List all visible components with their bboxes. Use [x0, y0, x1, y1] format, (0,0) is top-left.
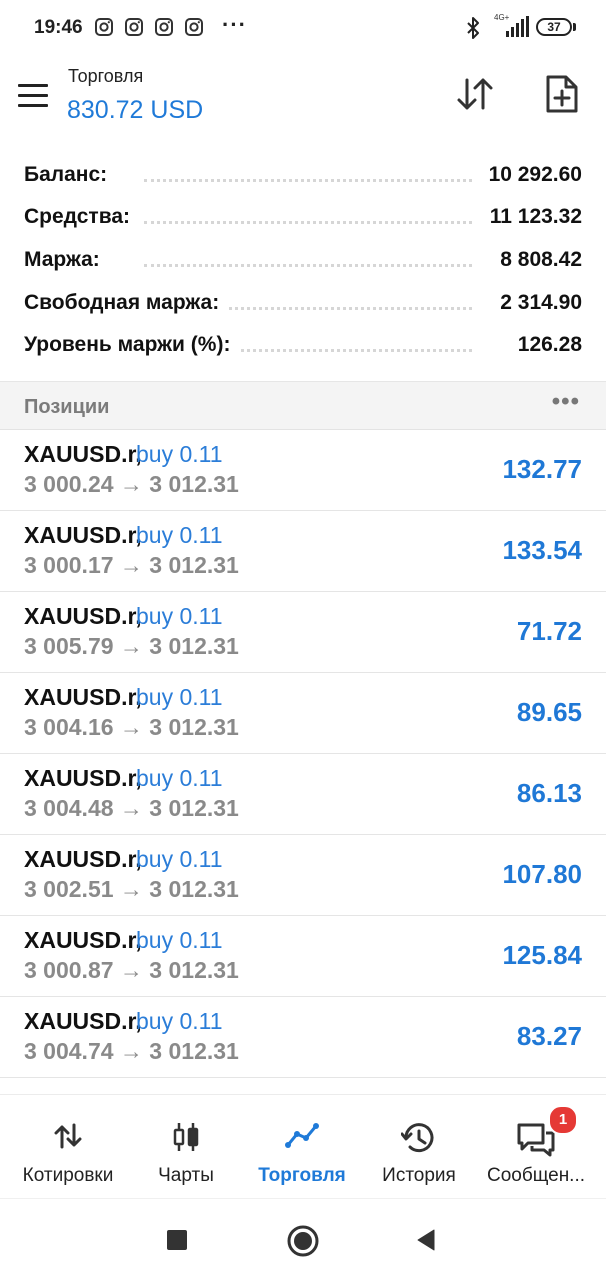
summary-label: Маржа: [24, 248, 108, 272]
nav-label: Сообщен... [486, 1165, 586, 1186]
summary-row-equity: Средства: 11 123.32 [24, 197, 582, 239]
header-balance: 830.72 USD [67, 96, 204, 124]
summary-value: 2 314.90 [492, 291, 582, 315]
app-header: Торговля 830.72 USD [0, 58, 606, 146]
position-profit: 83.27 [516, 1021, 582, 1051]
position-row[interactable]: XAUUSD.r, buy 0.11 3 004.16 → 3 012.31 8… [0, 673, 606, 754]
unread-badge: 1 [548, 1105, 578, 1135]
trade-line-icon [285, 1123, 319, 1148]
nav-item-trade[interactable]: Торговля [236, 1095, 368, 1199]
nav-item-messages[interactable]: 1 Сообщен... [470, 1095, 602, 1199]
position-profit: 125.84 [502, 940, 582, 970]
position-side: buy 0.11 [136, 1008, 223, 1034]
signal-icon [506, 16, 529, 37]
summary-row-margin-level: Уровень маржи (%): 126.28 [24, 325, 582, 367]
nav-item-quotes[interactable]: Котировки [0, 1095, 136, 1199]
nav-label: Торговля [258, 1165, 346, 1186]
summary-value: 11 123.32 [481, 205, 582, 229]
nav-label: История [382, 1165, 456, 1186]
position-prices: 3 000.17 → 3 012.31 [24, 552, 239, 578]
summary-label: Баланс: [24, 163, 116, 187]
position-symbol: XAUUSD.r, [24, 684, 142, 710]
sort-icon[interactable] [455, 74, 495, 114]
position-side: buy 0.11 [136, 927, 223, 953]
page-title: Торговля [68, 66, 144, 86]
position-row[interactable]: XAUUSD.r, buy 0.11 3 000.87 → 3 012.31 1… [0, 916, 606, 997]
summary-label: Средства: [24, 205, 138, 229]
position-side: buy 0.11 [136, 522, 223, 548]
position-prices: 3 004.48 → 3 012.31 [24, 795, 239, 821]
position-symbol: XAUUSD.r, [24, 927, 142, 953]
position-symbol: XAUUSD.r, [24, 846, 142, 872]
positions-section-header: Позиции ••• [0, 381, 606, 430]
position-side: buy 0.11 [136, 684, 223, 710]
position-profit: 86.13 [516, 778, 582, 808]
position-prices: 3 000.24 → 3 012.31 [24, 471, 239, 497]
nav-label: Чарты [158, 1165, 214, 1186]
nav-item-charts[interactable]: Чарты [136, 1095, 236, 1199]
quotes-icon [54, 1123, 82, 1149]
position-symbol: XAUUSD.r, [24, 1008, 142, 1034]
dotted-leader [144, 264, 472, 267]
history-icon [401, 1123, 434, 1153]
summary-value: 126.28 [509, 333, 582, 357]
status-bar: 19:46 ··· 4G+ 37 [0, 0, 606, 58]
position-prices: 3 000.87 → 3 012.31 [24, 957, 239, 983]
dotted-leader [144, 221, 472, 224]
bottom-nav: Котировки Чарты Торговля История 1 Сообщ… [0, 1094, 606, 1198]
summary-value: 8 808.42 [492, 248, 582, 272]
menu-icon[interactable] [18, 84, 48, 108]
summary-label: Свободная маржа: [24, 291, 228, 315]
dotted-leader [144, 179, 472, 182]
position-symbol: XAUUSD.r, [24, 765, 142, 791]
position-row[interactable]: XAUUSD.r, buy 0.11 3 002.51 → 3 012.31 1… [0, 835, 606, 916]
position-row[interactable]: XAUUSD.r, buy 0.11 3 000.17 → 3 012.31 1… [0, 511, 606, 592]
position-side: buy 0.11 [136, 441, 223, 467]
status-more-dots: ··· [222, 12, 247, 37]
position-prices: 3 002.51 → 3 012.31 [24, 876, 239, 902]
position-profit: 107.80 [502, 859, 582, 889]
position-row[interactable]: XAUUSD.r, buy 0.11 3 004.48 → 3 012.31 8… [0, 754, 606, 835]
position-symbol: XAUUSD.r, [24, 441, 142, 467]
position-row[interactable]: XAUUSD.r, buy 0.11 3 005.79 → 3 012.31 7… [0, 592, 606, 673]
instagram-icon [125, 18, 143, 36]
position-symbol: XAUUSD.r, [24, 522, 142, 548]
more-options-icon[interactable]: ••• [552, 388, 580, 416]
summary-row-balance: Баланс: 10 292.60 [24, 155, 582, 197]
bluetooth-icon [467, 17, 479, 39]
position-symbol: XAUUSD.r, [24, 603, 142, 629]
position-profit: 89.65 [516, 697, 582, 727]
summary-value: 10 292.60 [480, 163, 582, 187]
battery-tip [573, 23, 576, 31]
instagram-icon [185, 18, 203, 36]
position-row[interactable]: XAUUSD.r, buy 0.11 3 000.24 → 3 012.31 1… [0, 430, 606, 511]
summary-row-free-margin: Свободная маржа: 2 314.90 [24, 283, 582, 325]
instagram-icon [155, 18, 173, 36]
position-row[interactable]: XAUUSD.r, buy 0.11 3 004.74 → 3 012.31 8… [0, 997, 606, 1078]
position-side: buy 0.11 [136, 846, 223, 872]
position-side: buy 0.11 [136, 603, 223, 629]
candlestick-chart-icon [173, 1123, 199, 1151]
summary-row-margin: Маржа: 8 808.42 [24, 240, 582, 282]
instagram-icon [95, 18, 113, 36]
system-nav-bar [0, 1198, 606, 1280]
position-prices: 3 004.74 → 3 012.31 [24, 1038, 239, 1064]
positions-title: Позиции [24, 396, 110, 418]
position-profit: 133.54 [502, 535, 582, 565]
battery-icon: 37 [536, 18, 572, 36]
position-prices: 3 004.16 → 3 012.31 [24, 714, 239, 740]
back-triangle-icon[interactable] [416, 1229, 436, 1251]
nav-label: Котировки [22, 1165, 114, 1186]
summary-label: Уровень маржи (%): [24, 333, 239, 357]
position-prices: 3 005.79 → 3 012.31 [24, 633, 239, 659]
home-circle-icon[interactable] [287, 1225, 319, 1257]
position-side: buy 0.11 [136, 765, 223, 791]
recents-square-icon[interactable] [167, 1230, 187, 1250]
position-profit: 132.77 [502, 454, 582, 484]
new-order-icon[interactable] [544, 73, 580, 115]
position-profit: 71.72 [516, 616, 582, 646]
status-time: 19:46 [34, 17, 83, 38]
nav-item-history[interactable]: История [368, 1095, 470, 1199]
